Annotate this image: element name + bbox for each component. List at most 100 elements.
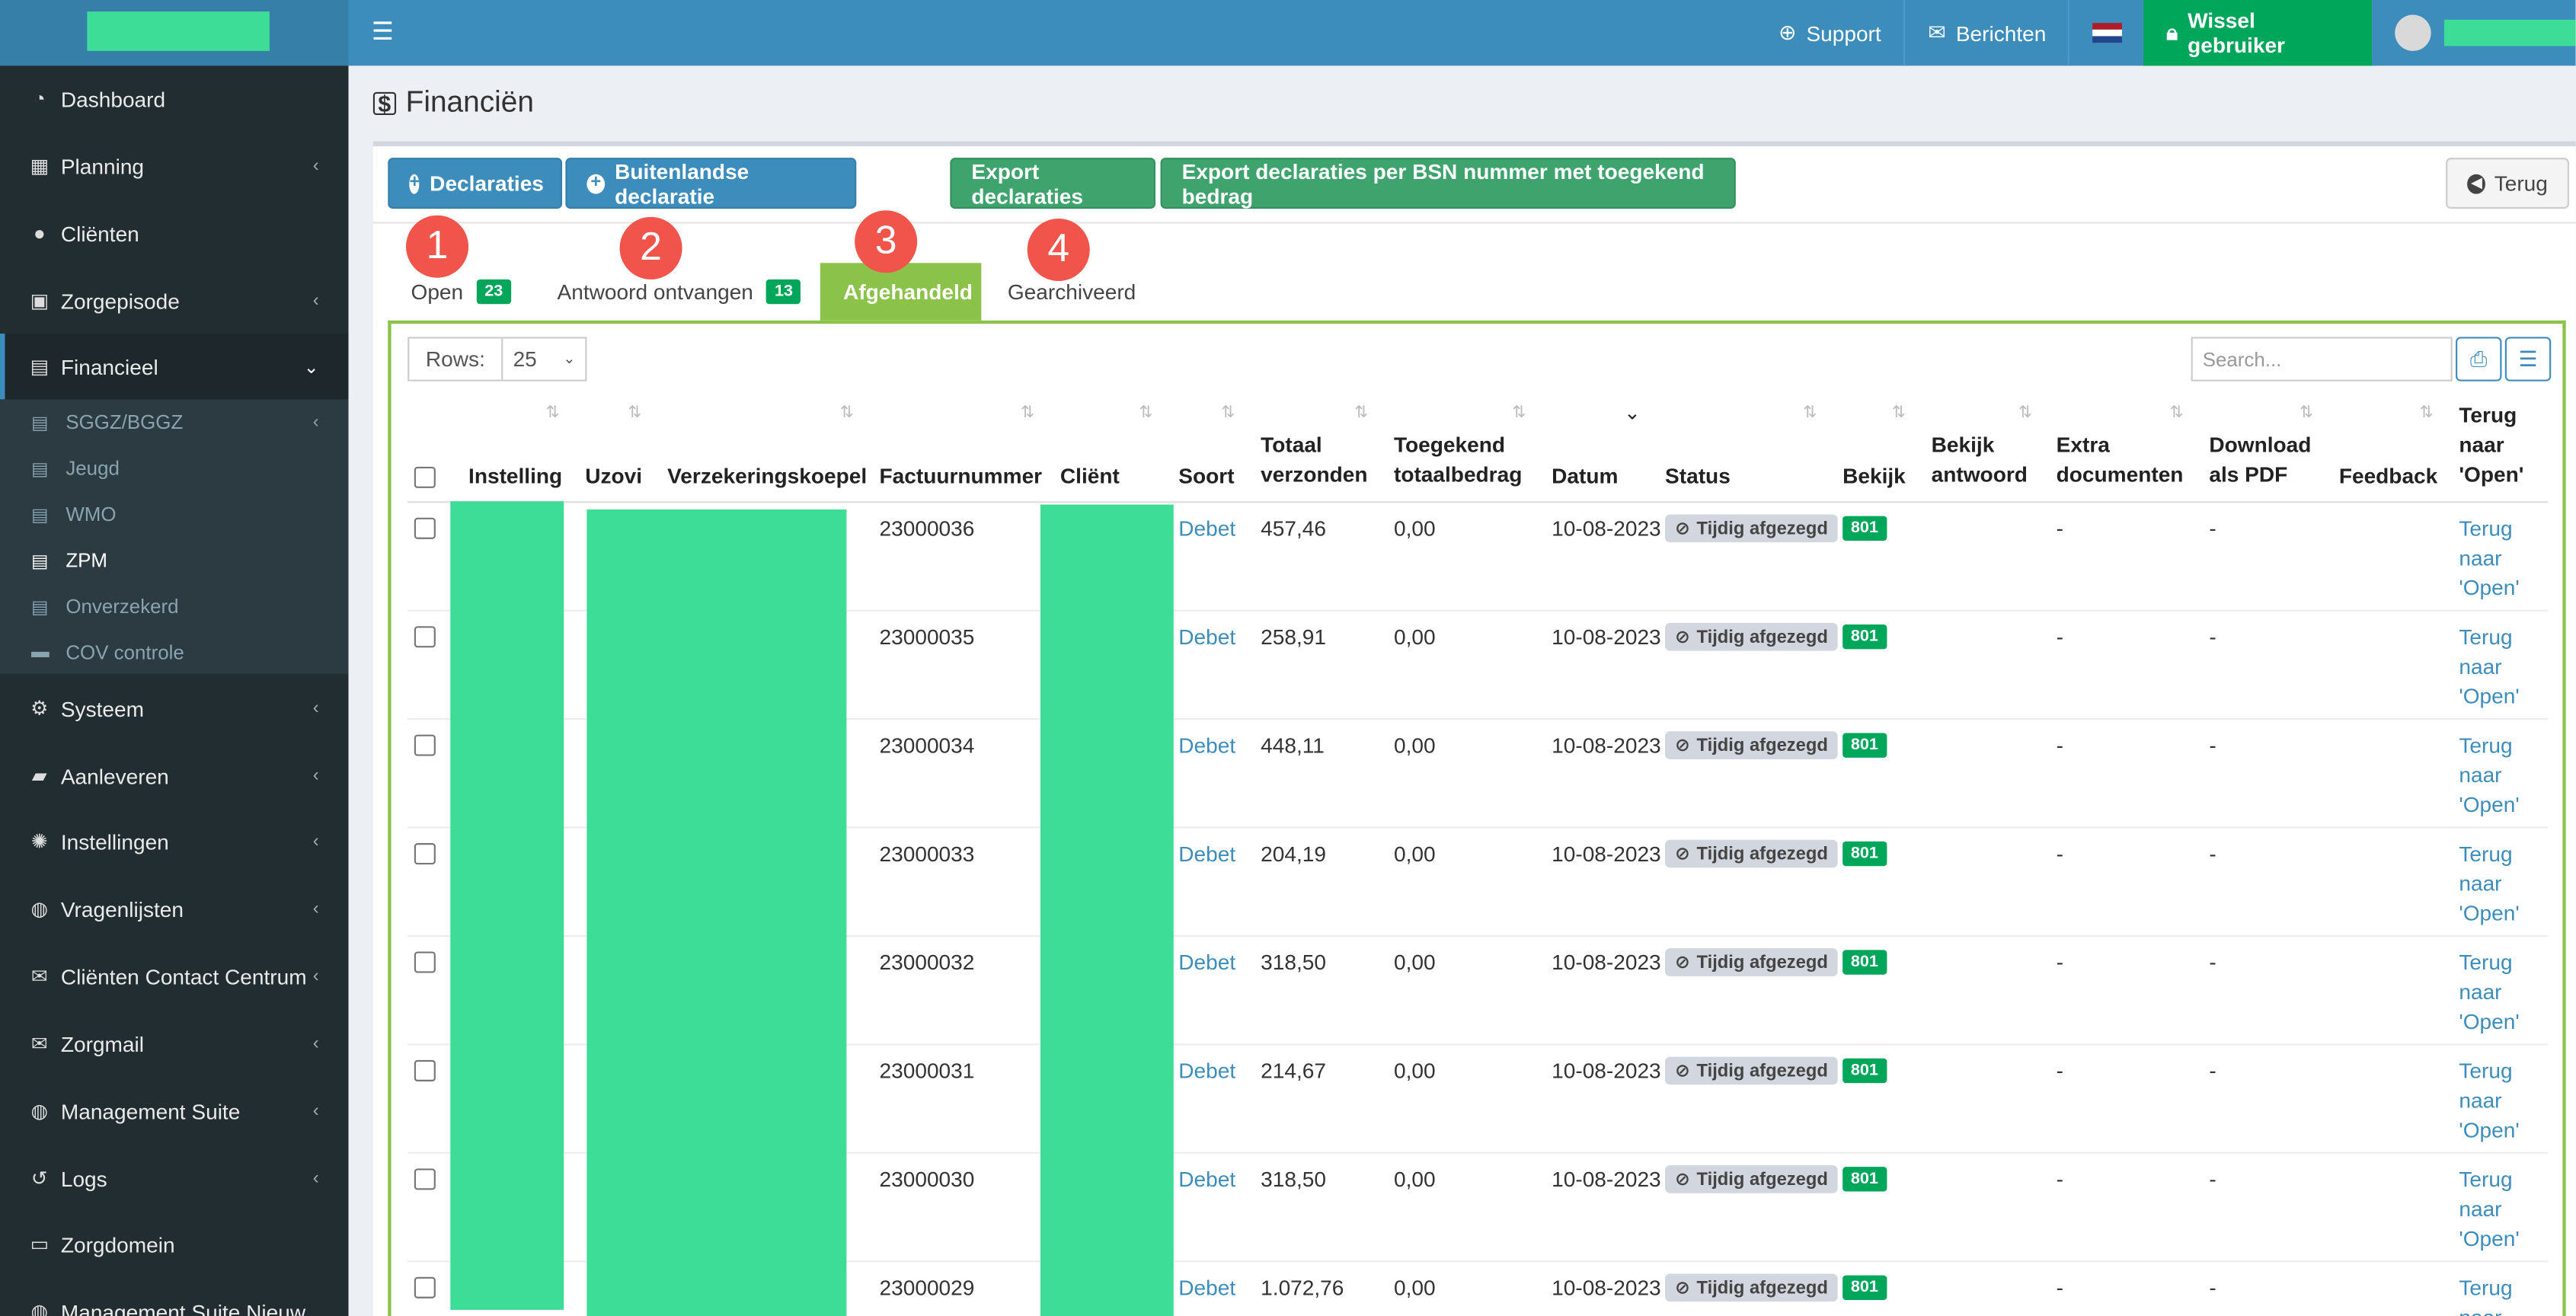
row-checkbox[interactable] bbox=[414, 1276, 436, 1298]
sort-icon[interactable]: ⇅ bbox=[1139, 404, 1152, 423]
sort-icon[interactable]: ⇅ bbox=[1803, 404, 1817, 423]
soort-link[interactable]: Debet bbox=[1178, 731, 1235, 761]
logo[interactable] bbox=[87, 11, 270, 51]
sidebar-item-vragenlijsten[interactable]: ◍ Vragenlijsten ‹ bbox=[0, 876, 348, 941]
sort-icon[interactable]: ⇅ bbox=[628, 404, 641, 423]
column-header-soort[interactable]: Soort bbox=[1178, 462, 1234, 491]
terug-naar-open-link[interactable]: Terugnaar'Open' bbox=[2459, 1165, 2519, 1254]
buitenlandse-declaratie-button[interactable]: + Buitenlandse declaratie bbox=[565, 158, 857, 209]
terug-naar-open-link[interactable]: Terugnaar'Open' bbox=[2459, 514, 2519, 603]
sidebar-item-management-suite[interactable]: ◍ Management Suite ‹ bbox=[0, 1078, 348, 1144]
sort-icon[interactable]: ⇅ bbox=[2300, 404, 2313, 423]
tab-afgehandeld[interactable]: Afgehandeld bbox=[820, 263, 982, 321]
sort-icon[interactable]: ⇅ bbox=[1221, 404, 1235, 423]
language-flag-button[interactable] bbox=[2067, 0, 2145, 66]
column-header-datum[interactable]: Datum bbox=[1552, 462, 1618, 491]
sort-icon[interactable]: ⇅ bbox=[1021, 404, 1034, 423]
export-bsn-button[interactable]: Export declaraties per BSN nummer met to… bbox=[1160, 158, 1736, 209]
sort-icon[interactable]: ⇅ bbox=[545, 404, 559, 423]
sidebar-item-zorgepisode[interactable]: ▣ Zorgepisode ‹ bbox=[0, 268, 348, 334]
tab-open[interactable]: Open 23 bbox=[388, 263, 534, 321]
column-header-uzovi[interactable]: Uzovi bbox=[585, 462, 642, 491]
soort-link[interactable]: Debet bbox=[1178, 840, 1235, 870]
bekijk-badge[interactable]: 801 bbox=[1843, 516, 1887, 541]
row-checkbox[interactable] bbox=[414, 843, 436, 865]
sidebar-item-instellingen[interactable]: ✺ Instellingen ‹ bbox=[0, 809, 348, 874]
soort-link[interactable]: Debet bbox=[1178, 1165, 1235, 1195]
submenu-item-cov-controle[interactable]: ▬ COV controle bbox=[0, 630, 348, 676]
row-checkbox[interactable] bbox=[414, 1059, 436, 1081]
sidebar-item-planning[interactable]: ▦ Planning ‹ bbox=[0, 133, 348, 199]
row-checkbox[interactable] bbox=[414, 517, 436, 539]
terug-naar-open-link[interactable]: Terugnaar'Open' bbox=[2459, 948, 2519, 1037]
sidebar-item-financieel[interactable]: ▤ Financieel ⌄ bbox=[0, 334, 349, 400]
soort-link[interactable]: Debet bbox=[1178, 948, 1235, 978]
bekijk-badge[interactable]: 801 bbox=[1843, 624, 1887, 650]
column-header-extra-documenten[interactable]: Extra documenten bbox=[2057, 430, 2184, 490]
sort-icon[interactable]: ⇅ bbox=[2420, 404, 2434, 423]
row-checkbox[interactable] bbox=[414, 626, 436, 648]
bekijk-badge[interactable]: 801 bbox=[1843, 733, 1887, 758]
row-checkbox[interactable] bbox=[414, 951, 436, 973]
submenu-item-sggz[interactable]: ▤ SGGZ/BGGZ ‹ bbox=[0, 399, 348, 445]
export-declaraties-button[interactable]: Export declaraties bbox=[950, 158, 1156, 209]
select-all-checkbox[interactable] bbox=[414, 466, 436, 488]
bekijk-badge[interactable]: 801 bbox=[1843, 950, 1887, 975]
sort-icon[interactable]: ⇅ bbox=[840, 404, 854, 423]
soort-link[interactable]: Debet bbox=[1178, 514, 1235, 544]
soort-link[interactable]: Debet bbox=[1178, 623, 1235, 653]
column-header-client[interactable]: Cliënt bbox=[1060, 462, 1120, 491]
row-checkbox[interactable] bbox=[414, 734, 436, 756]
terug-naar-open-link[interactable]: Terugnaar'Open' bbox=[2459, 623, 2519, 712]
sort-icon[interactable]: ⇅ bbox=[1354, 404, 1368, 423]
row-checkbox[interactable] bbox=[414, 1168, 436, 1190]
column-header-download-pdf[interactable]: Download als PDF bbox=[2209, 430, 2311, 490]
submenu-item-wmo[interactable]: ▤ WMO bbox=[0, 491, 348, 537]
column-header-totaal[interactable]: Totaal verzonden bbox=[1261, 430, 1367, 490]
sidebar-item-management-suite-nieuw[interactable]: ◍ Management Suite Nieuw bbox=[0, 1279, 348, 1316]
sidebar-item-aanleveren[interactable]: ▰ Aanleveren ‹ bbox=[0, 743, 348, 808]
sort-desc-icon[interactable]: ⌄ bbox=[1624, 401, 1641, 424]
terug-naar-open-link[interactable]: Terugnaar'Open' bbox=[2459, 1273, 2519, 1316]
tab-antwoord-ontvangen[interactable]: Antwoord ontvangen 13 bbox=[534, 263, 824, 321]
sort-icon[interactable]: ⇅ bbox=[1892, 404, 1906, 423]
column-header-feedback[interactable]: Feedback bbox=[2339, 462, 2437, 491]
soort-link[interactable]: Debet bbox=[1178, 1057, 1235, 1087]
declaraties-button[interactable]: + Declaraties bbox=[388, 158, 563, 209]
terug-naar-open-link[interactable]: Terugnaar'Open' bbox=[2459, 840, 2519, 929]
column-header-bekijk-antwoord[interactable]: Bekijk antwoord bbox=[1932, 430, 2028, 490]
soort-link[interactable]: Debet bbox=[1178, 1273, 1235, 1303]
search-input[interactable]: Search... bbox=[2191, 337, 2453, 382]
column-header-instelling[interactable]: Instelling bbox=[468, 462, 562, 491]
sort-icon[interactable]: ⇅ bbox=[2018, 404, 2032, 423]
sort-icon[interactable]: ⇅ bbox=[2170, 404, 2184, 423]
column-header-factuurnummer[interactable]: Factuurnummer bbox=[880, 462, 1043, 491]
bekijk-badge[interactable]: 801 bbox=[1843, 1275, 1887, 1300]
submenu-item-jeugd[interactable]: ▤ Jeugd bbox=[0, 446, 348, 491]
sidebar-item-logs[interactable]: ↺ Logs ‹ bbox=[0, 1145, 348, 1211]
hamburger-menu-icon[interactable]: ☰ bbox=[372, 17, 394, 46]
support-link[interactable]: ⊕ Support bbox=[1756, 0, 1904, 65]
sidebar-item-systeem[interactable]: ⚙ Systeem ‹ bbox=[0, 676, 348, 741]
bekijk-badge[interactable]: 801 bbox=[1843, 841, 1887, 867]
sidebar-item-clienten-contact-centrum[interactable]: ✉ Cliënten Contact Centrum ‹ bbox=[0, 944, 348, 1009]
column-header-terug-naar-open[interactable]: Terug naar 'Open' bbox=[2459, 401, 2523, 490]
messages-link[interactable]: ✉ Berichten bbox=[1903, 0, 2069, 66]
back-button[interactable]: ◀ Terug bbox=[2446, 158, 2569, 209]
submenu-item-onverzekerd[interactable]: ▤ Onverzekerd bbox=[0, 583, 348, 629]
bekijk-badge[interactable]: 801 bbox=[1843, 1167, 1887, 1192]
sidebar-item-dashboard[interactable]: ◔ Dashboard bbox=[0, 65, 348, 131]
switch-user-button[interactable]: 🔒︎ Wissel gebruiker bbox=[2143, 0, 2372, 66]
sidebar-item-clienten[interactable]: ● Cliënten bbox=[0, 200, 348, 266]
sidebar-item-zorgmail[interactable]: ✉ Zorgmail ‹ bbox=[0, 1011, 348, 1076]
terug-naar-open-link[interactable]: Terugnaar'Open' bbox=[2459, 731, 2519, 820]
bekijk-badge[interactable]: 801 bbox=[1843, 1058, 1887, 1084]
print-button[interactable]: ⎙ bbox=[2456, 337, 2502, 382]
rows-select[interactable]: 25 ⌄ bbox=[503, 337, 587, 382]
column-header-bekijk[interactable]: Bekijk bbox=[1843, 462, 1906, 491]
sidebar-item-zorgdomein[interactable]: ▭ Zorgdomein bbox=[0, 1211, 348, 1276]
terug-naar-open-link[interactable]: Terugnaar'Open' bbox=[2459, 1057, 2519, 1146]
column-header-status[interactable]: Status bbox=[1665, 462, 1731, 491]
submenu-item-zpm[interactable]: ▤ ZPM bbox=[0, 538, 348, 583]
user-menu[interactable] bbox=[2372, 0, 2576, 65]
